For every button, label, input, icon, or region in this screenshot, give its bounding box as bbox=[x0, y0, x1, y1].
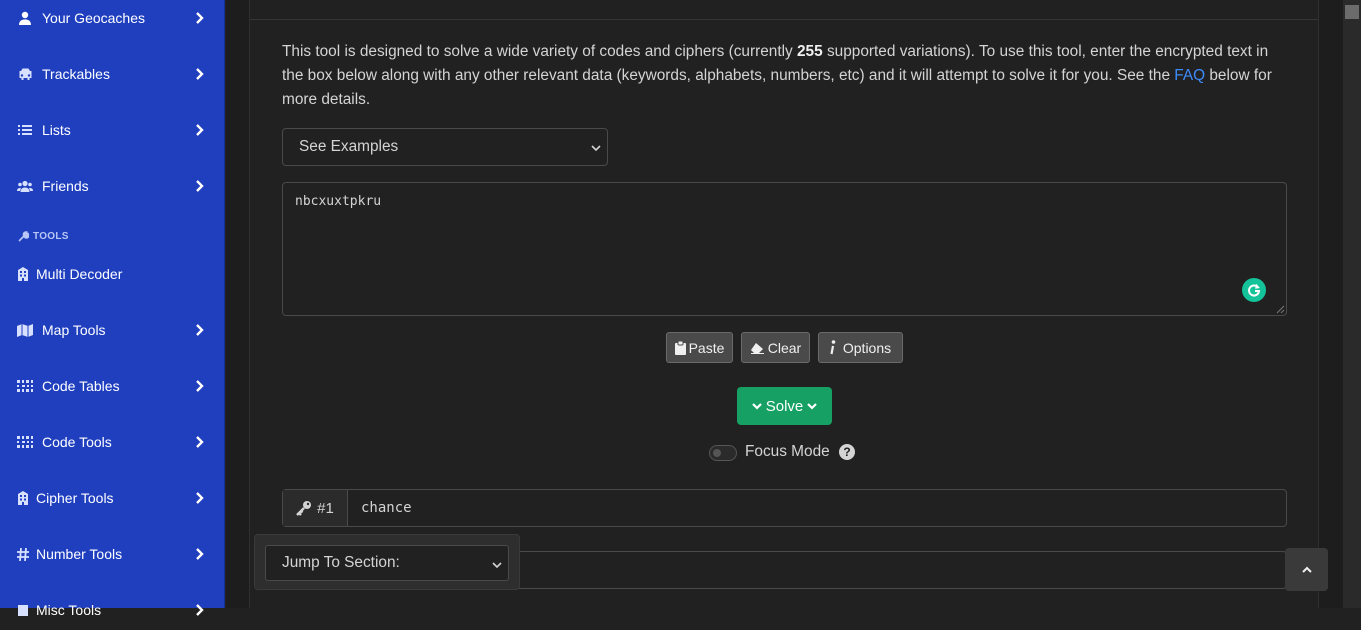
focus-mode-label: Focus Mode bbox=[745, 443, 830, 460]
wrench-icon bbox=[18, 231, 29, 242]
paste-button[interactable]: Paste bbox=[666, 332, 733, 363]
keyword-1-group: #1 chance bbox=[282, 489, 1287, 527]
variation-count: 255 bbox=[797, 43, 823, 60]
focus-mode-toggle[interactable] bbox=[709, 445, 737, 461]
tool-description: This tool is designed to solve a wide va… bbox=[282, 43, 1272, 108]
resize-handle-icon[interactable] bbox=[1276, 305, 1285, 314]
sidebar-item-label: Number Tools bbox=[36, 546, 123, 562]
chevron-right-icon bbox=[196, 548, 204, 560]
cipher-text-input[interactable]: nbcxuxtpkru bbox=[282, 182, 1287, 316]
grid-icon bbox=[17, 434, 33, 450]
scroll-to-top-button[interactable] bbox=[1285, 548, 1328, 591]
sidebar-item-lists[interactable]: Lists bbox=[0, 110, 225, 150]
users-icon bbox=[17, 178, 33, 194]
sidebar-item-map-tools[interactable]: Map Tools bbox=[0, 310, 225, 350]
key-icon bbox=[296, 501, 312, 516]
keyword-1-label: #1 bbox=[283, 490, 348, 526]
options-button[interactable]: Options bbox=[818, 332, 903, 363]
page-gutter bbox=[226, 0, 249, 608]
examples-select[interactable]: See Examples bbox=[282, 128, 608, 166]
user-icon bbox=[17, 10, 33, 26]
chevron-right-icon bbox=[196, 324, 204, 336]
sidebar-item-label: Map Tools bbox=[42, 322, 106, 338]
chevron-right-icon bbox=[196, 180, 204, 192]
sidebar-item-cipher-tools[interactable]: Cipher Tools bbox=[0, 478, 225, 518]
page-gutter-right bbox=[1319, 0, 1343, 608]
sidebar-item-number-tools[interactable]: Number Tools bbox=[0, 534, 225, 574]
building-icon bbox=[17, 490, 29, 506]
chevron-down-icon bbox=[751, 403, 762, 410]
chevron-right-icon bbox=[196, 492, 204, 504]
clipboard-icon bbox=[674, 340, 686, 355]
chevron-right-icon bbox=[196, 12, 204, 24]
card-header-divider bbox=[250, 19, 1318, 20]
sidebar-item-label: Code Tables bbox=[42, 378, 120, 394]
sidebar-item-label: Cipher Tools bbox=[36, 490, 114, 506]
sidebar-item-label: Code Tools bbox=[42, 434, 112, 450]
question-circle-icon[interactable]: ? bbox=[839, 444, 855, 460]
scrollbar-thumb[interactable] bbox=[1345, 5, 1359, 19]
faq-link[interactable]: FAQ bbox=[1174, 67, 1205, 84]
chevron-right-icon bbox=[196, 68, 204, 80]
sidebar-item-your-geocaches[interactable]: Your Geocaches bbox=[0, 0, 225, 38]
sidebar-item-friends[interactable]: Friends bbox=[0, 166, 225, 206]
sidebar-section-tools: TOOLS bbox=[18, 231, 69, 242]
jump-to-section-panel: Jump To Section: bbox=[254, 534, 520, 590]
jump-to-section-select[interactable]: Jump To Section: bbox=[265, 545, 509, 581]
sidebar-item-label: Friends bbox=[42, 178, 89, 194]
grammarly-icon[interactable] bbox=[1242, 278, 1266, 302]
building-icon bbox=[17, 266, 29, 282]
sidebar-item-label: Misc Tools bbox=[36, 602, 102, 618]
chevron-down-icon bbox=[591, 145, 601, 152]
sidebar-item-label: Your Geocaches bbox=[42, 10, 145, 26]
chevron-right-icon bbox=[196, 436, 204, 448]
keyword-1-input[interactable]: chance bbox=[348, 490, 1286, 526]
info-icon bbox=[830, 340, 836, 355]
map-icon bbox=[17, 322, 33, 338]
eraser-icon bbox=[750, 342, 764, 354]
clear-button[interactable]: Clear bbox=[741, 332, 810, 363]
sidebar-item-code-tables[interactable]: Code Tables bbox=[0, 366, 225, 406]
chevron-down-icon bbox=[492, 562, 502, 569]
sidebar-item-code-tools[interactable]: Code Tools bbox=[0, 422, 225, 462]
page-scrollbar[interactable] bbox=[1343, 0, 1361, 608]
chevron-down-icon bbox=[807, 403, 818, 410]
grid-icon bbox=[17, 378, 33, 394]
sidebar: Your Geocaches Trackables Lists Friends … bbox=[0, 0, 225, 618]
sidebar-item-trackables[interactable]: Trackables bbox=[0, 54, 225, 94]
chevron-up-icon bbox=[1301, 566, 1312, 573]
hash-icon bbox=[17, 546, 29, 562]
sidebar-item-multi-decoder[interactable]: Multi Decoder bbox=[0, 254, 225, 294]
sidebar-item-label: Trackables bbox=[42, 66, 110, 82]
chevron-right-icon bbox=[196, 604, 204, 616]
toggle-knob bbox=[713, 449, 721, 457]
chevron-right-icon bbox=[196, 124, 204, 136]
sidebar-item-label: Multi Decoder bbox=[36, 266, 123, 282]
list-icon bbox=[17, 122, 33, 138]
solve-button[interactable]: Solve bbox=[737, 387, 832, 425]
car-icon bbox=[17, 66, 33, 82]
sidebar-item-label: Lists bbox=[42, 122, 71, 138]
chevron-right-icon bbox=[196, 380, 204, 392]
sidebar-item-misc-tools[interactable]: Misc Tools bbox=[0, 590, 225, 630]
misc-icon bbox=[17, 602, 29, 618]
